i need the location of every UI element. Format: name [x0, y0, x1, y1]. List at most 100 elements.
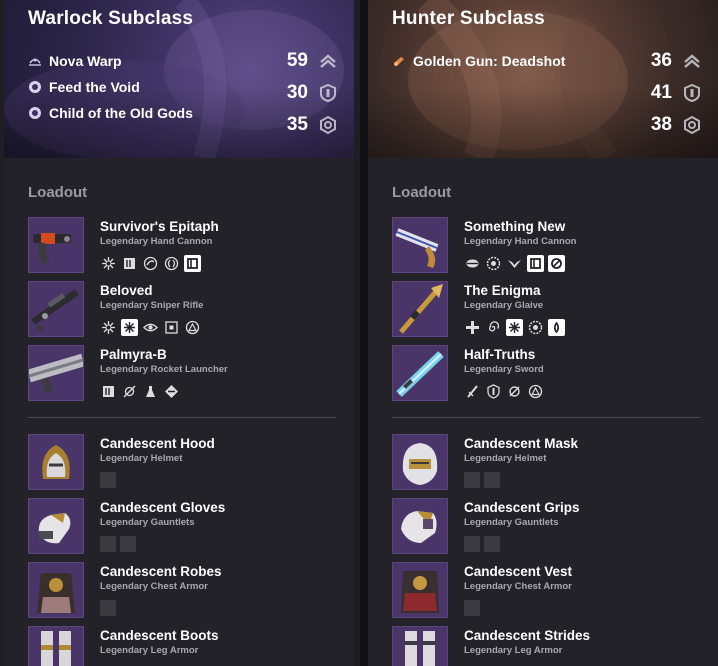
- spiral-perk-icon[interactable]: [485, 319, 502, 336]
- perk-list: [464, 383, 544, 400]
- swirl-perk-icon[interactable]: [142, 255, 159, 272]
- stat-mobility: 59: [287, 45, 338, 77]
- slash-circle-perk-icon[interactable]: [506, 383, 523, 400]
- blade-perk-icon[interactable]: [464, 383, 481, 400]
- stat-resilience: 41: [651, 77, 702, 109]
- item-type: Legendary Leg Armor: [464, 645, 563, 656]
- item-name: Candescent Boots: [100, 628, 219, 643]
- item-name: Candescent Vest: [464, 564, 573, 579]
- burst-perk-icon[interactable]: [100, 319, 117, 336]
- weapon-something-new[interactable]: Something New Legendary Hand Cannon: [392, 217, 702, 275]
- armor-candescent-grips[interactable]: Candescent Grips Legendary Gauntlets: [392, 498, 702, 556]
- item-name: Candescent Mask: [464, 436, 579, 451]
- item-name: Half-Truths: [464, 347, 536, 362]
- void-aspect-icon: [28, 80, 42, 94]
- armor-candescent-robes[interactable]: Candescent Robes Legendary Chest Armor: [28, 562, 338, 620]
- ability-label: Golden Gun: Deadshot: [413, 53, 566, 69]
- armor-candescent-vest[interactable]: Candescent Vest Legendary Chest Armor: [392, 562, 702, 620]
- drop-perk-icon[interactable]: [548, 319, 565, 336]
- armor-candescent-boots[interactable]: Candescent Boots Legendary Leg Armor: [28, 626, 338, 666]
- ability-label: Child of the Old Gods: [49, 105, 193, 121]
- empty-mod-slot[interactable]: [120, 536, 136, 552]
- guard-perk-icon[interactable]: [485, 383, 502, 400]
- section-divider: [392, 417, 700, 418]
- empty-mod-slot[interactable]: [484, 536, 500, 552]
- mobility-icon: [682, 51, 702, 71]
- section-divider: [28, 417, 336, 418]
- burst-perk-icon[interactable]: [100, 255, 117, 272]
- slash-circle-perk-icon[interactable]: [548, 255, 565, 272]
- weapon-the-enigma[interactable]: The Enigma Legendary Glaive: [392, 281, 702, 339]
- diamond-perk-icon[interactable]: [163, 383, 180, 400]
- armor-candescent-gloves[interactable]: Candescent Gloves Legendary Gauntlets: [28, 498, 338, 556]
- stat-recovery: 38: [651, 109, 702, 141]
- magazine-perk-icon[interactable]: [121, 255, 138, 272]
- crosshair-perk-icon[interactable]: [506, 319, 523, 336]
- weapon-half-truths[interactable]: Half-Truths Legendary Sword: [392, 345, 702, 403]
- void-aspect-icon: [28, 106, 42, 120]
- armor-candescent-hood[interactable]: Candescent Hood Legendary Helmet: [28, 434, 338, 492]
- item-name: Something New: [464, 219, 566, 234]
- flask-perk-icon[interactable]: [142, 383, 159, 400]
- magazine-perk-icon[interactable]: [100, 383, 117, 400]
- perk-list: [464, 255, 565, 272]
- cross-perk-icon[interactable]: [464, 319, 481, 336]
- item-type: Legendary Chest Armor: [100, 581, 208, 592]
- weapon-beloved[interactable]: Beloved Legendary Sniper Rifle: [28, 281, 338, 339]
- wings-perk-icon[interactable]: [506, 255, 523, 272]
- loadout-heading: Loadout: [392, 184, 452, 201]
- item-type: Legendary Rocket Launcher: [100, 364, 228, 375]
- item-type: Legendary Chest Armor: [464, 581, 572, 592]
- empty-mod-slot[interactable]: [100, 536, 116, 552]
- empty-mod-slot[interactable]: [484, 472, 500, 488]
- weapon-survivors-epitaph[interactable]: Survivor's Epitaph Legendary Hand Cannon: [28, 217, 338, 275]
- stat-value: 36: [650, 50, 672, 71]
- rounds-perk-icon[interactable]: [464, 255, 481, 272]
- crosshair-perk-icon[interactable]: [121, 319, 138, 336]
- triangle-perk-icon[interactable]: [527, 383, 544, 400]
- stat-value: 41: [650, 82, 672, 103]
- ability-nova-warp[interactable]: Nova Warp: [28, 48, 193, 74]
- ability-child-of-the-old-gods[interactable]: Child of the Old Gods: [28, 100, 193, 126]
- ability-label: Feed the Void: [49, 79, 140, 95]
- ability-label: Nova Warp: [49, 53, 122, 69]
- empty-mod-slot[interactable]: [464, 536, 480, 552]
- armor-candescent-strides[interactable]: Candescent Strides Legendary Leg Armor: [392, 626, 702, 666]
- gear-perk-icon[interactable]: [527, 319, 544, 336]
- empty-mod-slot[interactable]: [464, 472, 480, 488]
- frame-perk-icon[interactable]: [184, 255, 201, 272]
- triangle-perk-icon[interactable]: [184, 319, 201, 336]
- ability-feed-the-void[interactable]: Feed the Void: [28, 74, 193, 100]
- eye-perk-icon[interactable]: [142, 319, 159, 336]
- frame-perk-icon[interactable]: [527, 255, 544, 272]
- empty-mod-slot[interactable]: [464, 600, 480, 616]
- stat-value: 35: [286, 114, 308, 135]
- gauntlets-icon: [392, 498, 448, 554]
- target-perk-icon[interactable]: [163, 319, 180, 336]
- perk-list: [100, 383, 180, 400]
- empty-mod-slot[interactable]: [100, 600, 116, 616]
- ability-golden-gun-deadshot[interactable]: Golden Gun: Deadshot: [392, 48, 565, 74]
- empty-mod-slot[interactable]: [100, 472, 116, 488]
- weapon-palmyra-b[interactable]: Palmyra-B Legendary Rocket Launcher: [28, 345, 338, 403]
- stat-value: 30: [286, 82, 308, 103]
- item-type: Legendary Gauntlets: [100, 517, 195, 528]
- item-type: Legendary Sniper Rifle: [100, 300, 204, 311]
- gear-perk-icon[interactable]: [485, 255, 502, 272]
- item-type: Legendary Leg Armor: [100, 645, 199, 656]
- tracking-perk-icon[interactable]: [121, 383, 138, 400]
- leg-armor-icon: [392, 626, 448, 666]
- item-name: Candescent Hood: [100, 436, 215, 451]
- glaive-icon: [392, 281, 448, 337]
- hand-cannon-icon: [28, 217, 84, 273]
- stat-mobility: 36: [651, 45, 702, 77]
- reload-perk-icon[interactable]: [163, 255, 180, 272]
- item-name: Candescent Strides: [464, 628, 591, 643]
- hunter-subclass-header: Hunter Subclass Golden Gun: Deadshot 36 …: [368, 0, 718, 158]
- armor-candescent-mask[interactable]: Candescent Mask Legendary Helmet: [392, 434, 702, 492]
- mod-slots: [464, 600, 480, 616]
- column-separator: [360, 0, 368, 666]
- chest-armor-icon: [28, 562, 84, 618]
- void-warp-icon: [28, 54, 42, 68]
- item-name: Candescent Grips: [464, 500, 580, 515]
